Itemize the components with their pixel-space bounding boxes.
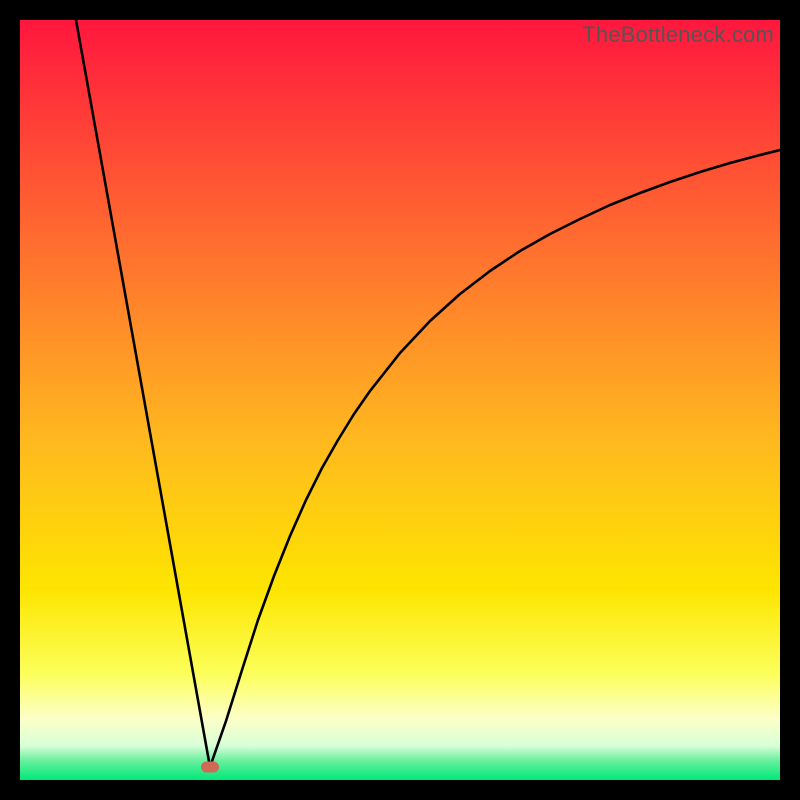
bottleneck-curve — [20, 20, 780, 780]
plot-frame: TheBottleneck.com — [20, 20, 780, 780]
minimum-marker — [201, 762, 219, 773]
